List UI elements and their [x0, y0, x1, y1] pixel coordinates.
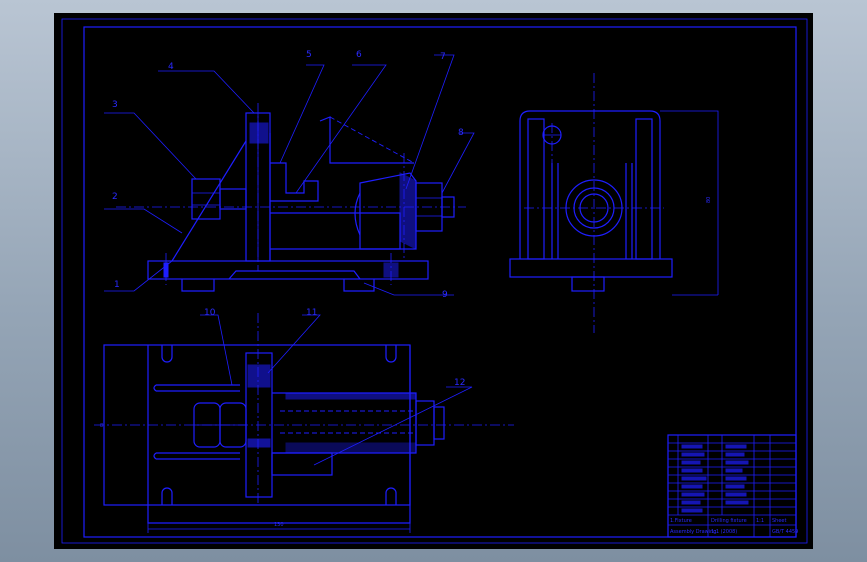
label-6: 6 [356, 50, 362, 60]
top-view: 10 11 12 130 8 [94, 308, 514, 533]
support-top-insert [249, 122, 269, 144]
label-2: 2 [112, 192, 118, 202]
side-view: 80 [509, 73, 719, 333]
label-7: 7 [440, 52, 446, 62]
title-scale: 1:1 [756, 518, 764, 524]
hex-nut-left [191, 178, 221, 220]
label-5: 5 [306, 50, 312, 60]
front-view: 4 5 6 7 3 8 2 1 9 [104, 50, 475, 300]
step-block [270, 162, 319, 202]
arm-upper [319, 116, 414, 164]
dim-bottom-length: 130 [274, 522, 284, 528]
gusset-rib [171, 140, 247, 262]
label-4: 4 [168, 62, 174, 72]
label-11: 11 [306, 308, 317, 318]
side-base [509, 258, 673, 278]
title-sheet: Sheet [772, 518, 786, 524]
label-8: 8 [458, 128, 464, 138]
label-1: 1 [114, 280, 120, 290]
drawing-sheet: 4 5 6 7 3 8 2 1 9 80 10 11 12 130 8 1.Fi… [54, 13, 813, 549]
label-12: 12 [454, 378, 465, 388]
dim-left-mark: 8 [100, 423, 103, 429]
title-row2-mid: 1:1 (2008) [711, 529, 737, 535]
label-10: 10 [204, 308, 216, 318]
side-body [519, 110, 661, 259]
title-row1-mid: Drilling fixture [711, 518, 747, 524]
base-foot-left [181, 279, 215, 292]
spindle-body [270, 212, 401, 250]
label-3: 3 [112, 100, 118, 110]
leader-lines [104, 54, 475, 296]
label-9: 9 [442, 290, 448, 300]
title-row2-left: Assembly Drawing [670, 529, 716, 535]
title-block: 1.Fixture Drilling fixture Assembly Draw… [667, 434, 798, 538]
dim-side-height: 80 [706, 197, 712, 203]
cad-drawing: 4 5 6 7 3 8 2 1 9 80 10 11 12 130 8 1.Fi… [61, 18, 808, 544]
base-recess [228, 270, 361, 280]
title-note: GB/T 4459 [772, 529, 798, 535]
title-row1-left: 1.Fixture [670, 518, 692, 524]
